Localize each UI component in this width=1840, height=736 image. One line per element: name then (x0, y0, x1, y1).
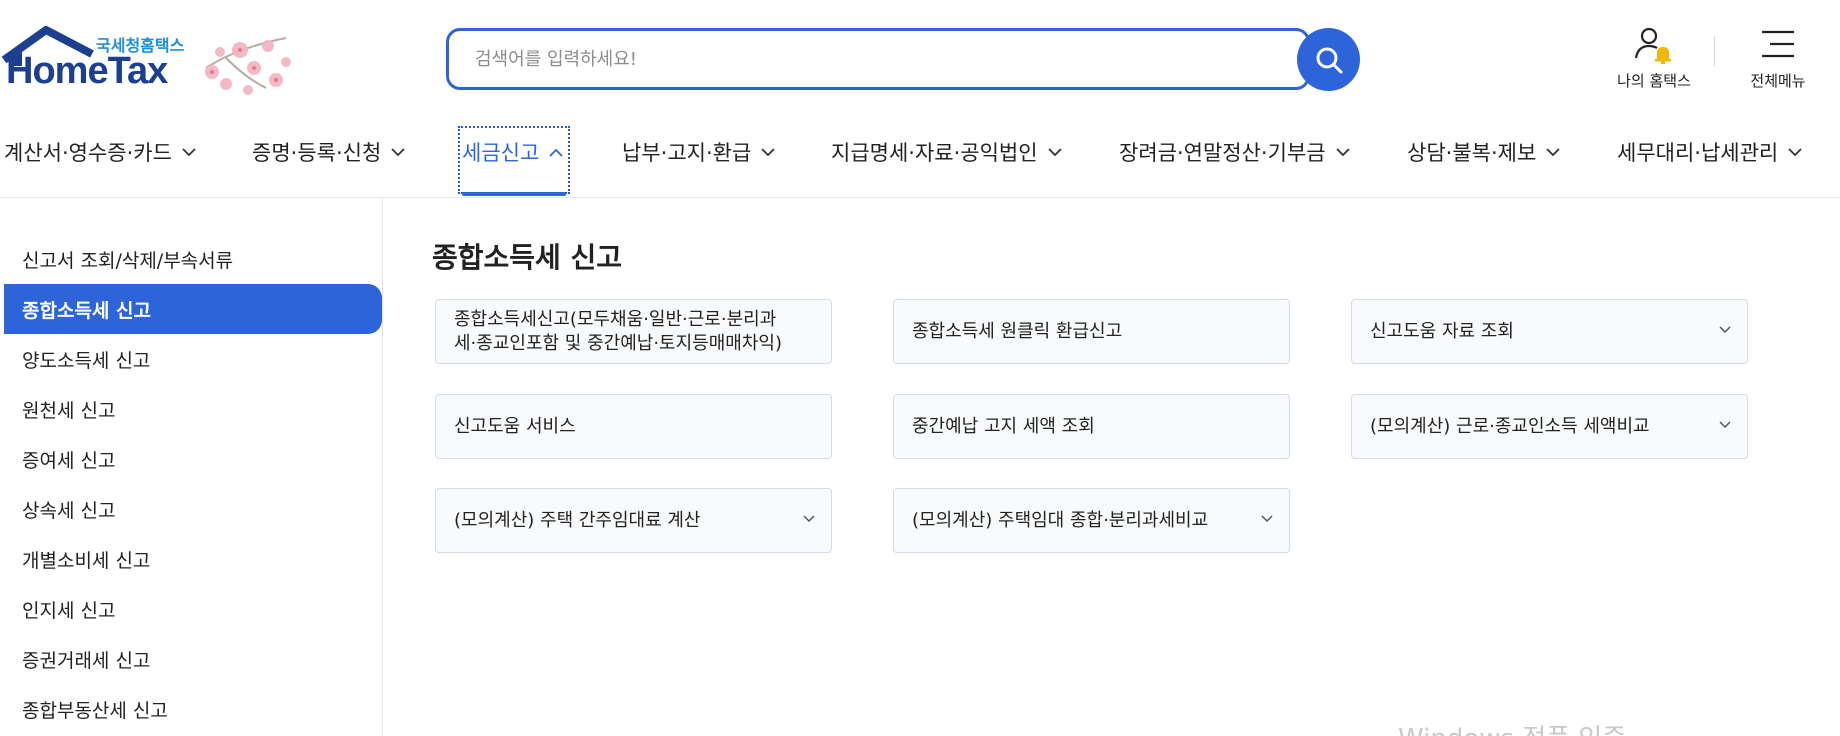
search-icon (1316, 47, 1342, 73)
search-input[interactable] (475, 31, 1255, 87)
menu-card-label: (모의계산) 주택 간주임대료 계산 (454, 509, 701, 531)
hamburger-menu-icon (1762, 30, 1794, 58)
menu-card-label: 중간예납 고지 세액 조회 (912, 415, 1095, 437)
search-box (446, 28, 1310, 90)
my-hometax-label: 나의 홈택스 (1617, 72, 1691, 90)
chevron-down-icon (1788, 147, 1802, 156)
logo-english-text: HomeTax (6, 50, 168, 92)
sidebar-item-property-tax[interactable]: 종합부동산세 신고 (4, 684, 382, 734)
sidebar-item-label: 증여세 신고 (22, 449, 116, 472)
all-menu-label: 전체메뉴 (1750, 72, 1806, 90)
gnb-item-certificate[interactable]: 증명·등록·신청 (252, 132, 405, 172)
gnb-item-incentive[interactable]: 장려금·연말정산·기부금 (1119, 132, 1350, 172)
chevron-down-icon (1261, 515, 1273, 523)
gnb-active-underline (462, 192, 566, 196)
menu-card-label: 종합소득세신고(모두채움·일반·근로·분리과 세·종교인포함 및 중간예납·토지… (454, 308, 782, 356)
gnb-item-payment-statement[interactable]: 지급명세·자료·공익법인 (831, 132, 1062, 172)
cherry-blossom-icon (205, 37, 291, 95)
gnb-item-label: 지급명세·자료·공익법인 (831, 141, 1038, 165)
menu-card-simulation-earned-income[interactable]: (모의계산) 근로·종교인소득 세액비교 (1351, 394, 1748, 459)
main-navigation: 계산서·영수증·카드 증명·등록·신청 세금신고 납부·고지·환급 지급명세·자… (0, 118, 1840, 198)
sidebar-item-label: 증권거래세 신고 (22, 649, 151, 672)
menu-card-interim-prepayment[interactable]: 중간예납 고지 세액 조회 (893, 394, 1290, 459)
search-button[interactable] (1297, 28, 1360, 91)
page-title: 종합소득세 신고 (432, 241, 623, 274)
gnb-item-consultation[interactable]: 상담·불복·제보 (1407, 132, 1560, 172)
sidebar-item-gift-tax[interactable]: 증여세 신고 (4, 434, 382, 484)
sidebar-item-inheritance-tax[interactable]: 상속세 신고 (4, 484, 382, 534)
sidebar-item-label: 종합소득세 신고 (22, 299, 151, 322)
gnb-item-label: 납부·고지·환급 (622, 141, 752, 165)
chevron-down-icon (182, 147, 196, 156)
menu-card-simulation-deemed-rent[interactable]: (모의계산) 주택 간주임대료 계산 (435, 488, 832, 553)
gnb-item-tax-agent[interactable]: 세무대리·납세관리 (1617, 132, 1802, 172)
sidebar-item-label: 인지세 신고 (22, 599, 116, 622)
sidebar-item-global-income-tax[interactable]: 종합소득세 신고 (4, 284, 382, 334)
gnb-item-label: 상담·불복·제보 (1407, 141, 1537, 165)
hometax-logo[interactable]: 국세청홈택스 HomeTax (0, 26, 300, 98)
gnb-item-invoice[interactable]: 계산서·영수증·카드 (4, 132, 196, 172)
my-hometax-button[interactable]: 나의 홈택스 (1606, 26, 1702, 91)
sidebar-item-label: 상속세 신고 (22, 499, 116, 522)
sidebar-item-consumption-tax[interactable]: 개별소비세 신고 (4, 534, 382, 584)
sidebar: 신고서 조회/삭제/부속서류 종합소득세 신고 양도소득세 신고 원천세 신고 … (0, 198, 383, 736)
menu-card-global-income-filing[interactable]: 종합소득세신고(모두채움·일반·근로·분리과 세·종교인포함 및 중간예납·토지… (435, 299, 832, 364)
chevron-down-icon (1047, 147, 1062, 156)
sidebar-item-label: 개별소비세 신고 (22, 549, 151, 572)
sidebar-item-securities-tax[interactable]: 증권거래세 신고 (4, 634, 382, 684)
gnb-item-label: 계산서·영수증·카드 (4, 141, 172, 165)
menu-card-label: 신고도움 자료 조회 (1370, 320, 1514, 342)
sidebar-item-label: 종합부동산세 신고 (22, 699, 168, 722)
menu-card-help-data[interactable]: 신고도움 자료 조회 (1351, 299, 1748, 364)
menu-card-label-line1: 종합소득세신고(모두채움·일반·근로·분리과 (454, 308, 777, 330)
chevron-down-icon (1335, 147, 1350, 156)
sidebar-item-return-lookup[interactable]: 신고서 조회/삭제/부속서류 (4, 234, 382, 284)
header: 국세청홈택스 HomeTax 검색어를 입력하세요! 나의 홈택스 전체메뉴 (0, 0, 1840, 118)
menu-card-one-click-refund[interactable]: 종합소득세 원클릭 환급신고 (893, 299, 1290, 364)
chevron-down-icon (1719, 326, 1731, 334)
menu-card-label: 종합소득세 원클릭 환급신고 (912, 320, 1123, 342)
sidebar-item-label: 원천세 신고 (22, 399, 116, 422)
sidebar-item-stamp-tax[interactable]: 인지세 신고 (4, 584, 382, 634)
sidebar-item-label: 신고서 조회/삭제/부속서류 (22, 249, 234, 272)
menu-card-label: 신고도움 서비스 (454, 415, 576, 437)
chevron-down-icon (761, 147, 775, 156)
chevron-down-icon (1546, 147, 1560, 156)
sidebar-item-capital-gains-tax[interactable]: 양도소득세 신고 (4, 334, 382, 384)
gnb-item-label: 세무대리·납세관리 (1617, 141, 1779, 165)
menu-card-simulation-rental-comparison[interactable]: (모의계산) 주택임대 종합·분리과세비교 (893, 488, 1290, 553)
chevron-down-icon (803, 515, 815, 523)
gnb-item-tax-filing[interactable]: 세금신고 (462, 132, 563, 172)
menu-card-label: (모의계산) 근로·종교인소득 세액비교 (1370, 415, 1650, 437)
all-menu-button[interactable]: 전체메뉴 (1738, 26, 1818, 91)
menu-card-help-service[interactable]: 신고도움 서비스 (435, 394, 832, 459)
sidebar-item-withholding-tax[interactable]: 원천세 신고 (4, 384, 382, 434)
menu-card-label: (모의계산) 주택임대 종합·분리과세비교 (912, 509, 1209, 531)
menu-card-label-line2: 세·종교인포함 및 중간예납·토지등매매차익) (454, 332, 782, 354)
user-bell-icon (1634, 27, 1671, 64)
windows-activation-watermark: Windows 정품 인증 (1398, 718, 1626, 736)
gnb-item-label: 세금신고 (462, 141, 540, 165)
gnb-item-payment[interactable]: 납부·고지·환급 (622, 132, 775, 172)
chevron-up-icon (549, 148, 563, 157)
header-divider (1714, 36, 1715, 66)
sidebar-item-label: 양도소득세 신고 (22, 349, 151, 372)
gnb-item-label: 장려금·연말정산·기부금 (1119, 141, 1326, 165)
gnb-item-label: 증명·등록·신청 (252, 141, 382, 165)
chevron-down-icon (391, 147, 405, 156)
chevron-down-icon (1719, 421, 1731, 429)
